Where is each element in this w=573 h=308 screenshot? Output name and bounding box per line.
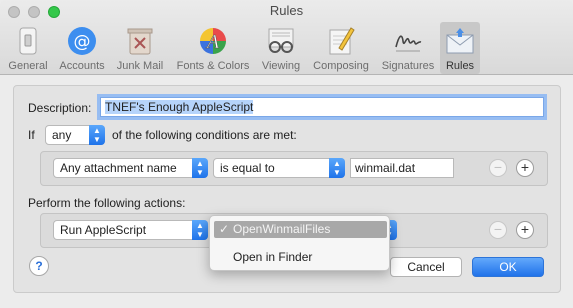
toolbar-label: Viewing bbox=[261, 60, 301, 72]
action-type-popup[interactable]: Run AppleScript ▲ ▼ bbox=[53, 220, 208, 240]
cancel-button[interactable]: Cancel bbox=[390, 257, 462, 277]
toolbar-rules[interactable]: Rules bbox=[440, 22, 480, 74]
conditions-label: of the following conditions are met: bbox=[112, 128, 297, 142]
toolbar-composing[interactable]: Composing bbox=[308, 22, 374, 74]
actions-label: Perform the following actions: bbox=[28, 196, 186, 210]
help-button[interactable]: ? bbox=[29, 256, 49, 276]
description-label: Description: bbox=[28, 101, 92, 115]
toolbar-accounts[interactable]: @ Accounts bbox=[55, 22, 109, 74]
toolbar-fonts-colors[interactable]: A Fonts & Colors bbox=[172, 22, 254, 74]
menu-item-openwinmailfiles[interactable]: ✓ OpenWinmailFiles bbox=[214, 221, 387, 238]
action-type-value: Run AppleScript bbox=[60, 223, 147, 237]
condition-field-value: Any attachment name bbox=[60, 161, 177, 175]
add-condition-button[interactable]: + bbox=[516, 159, 534, 177]
envelope-rules-icon bbox=[444, 25, 476, 57]
remove-action-button[interactable]: − bbox=[489, 221, 507, 239]
general-switch-icon bbox=[12, 25, 44, 57]
checkmark-icon: ✓ bbox=[219, 222, 230, 236]
menu-item-label: Open in Finder bbox=[233, 250, 313, 264]
window-title: Rules bbox=[269, 3, 304, 18]
toolbar-label: Accounts bbox=[59, 60, 105, 72]
font-colors-icon: A bbox=[197, 25, 229, 57]
match-popup[interactable]: any ▲ ▼ bbox=[45, 125, 105, 145]
at-sign-icon: @ bbox=[66, 25, 98, 57]
script-menu: ✓ OpenWinmailFiles Open in Finder bbox=[209, 215, 390, 271]
ok-button[interactable]: OK bbox=[472, 257, 544, 277]
chevron-updown-icon: ▲▼ bbox=[192, 158, 208, 178]
condition-field-popup[interactable]: Any attachment name ▲ ▼ bbox=[53, 158, 208, 178]
glasses-icon bbox=[265, 25, 297, 57]
menu-item-open-in-finder[interactable]: Open in Finder bbox=[214, 249, 387, 266]
condition-operator-value: is equal to bbox=[220, 161, 275, 175]
condition-value: winmail.dat bbox=[355, 161, 416, 175]
add-action-button[interactable]: + bbox=[516, 221, 534, 239]
chevron-updown-icon: ▲▼ bbox=[192, 220, 208, 240]
toolbar-signatures[interactable]: Signatures bbox=[378, 22, 438, 74]
description-value: TNEF's Enough AppleScript bbox=[105, 100, 254, 114]
toolbar-junk-mail[interactable]: Junk Mail bbox=[112, 22, 168, 74]
signature-icon bbox=[392, 25, 424, 57]
menu-item-label: OpenWinmailFiles bbox=[233, 222, 331, 236]
titlebar: Rules General @ Accounts Junk Mail A Fon… bbox=[0, 0, 573, 75]
trash-bin-icon bbox=[124, 25, 156, 57]
toolbar-label: Junk Mail bbox=[116, 60, 164, 72]
rules-window: Rules General @ Accounts Junk Mail A Fon… bbox=[0, 0, 573, 308]
description-field[interactable]: TNEF's Enough AppleScript bbox=[100, 97, 544, 117]
toolbar-label: General bbox=[8, 60, 48, 72]
toolbar-label: Fonts & Colors bbox=[176, 60, 250, 72]
condition-value-field[interactable]: winmail.dat bbox=[350, 158, 454, 178]
toolbar-viewing[interactable]: Viewing bbox=[258, 22, 304, 74]
svg-text:@: @ bbox=[74, 32, 91, 52]
condition-operator-popup[interactable]: is equal to ▲ ▼ bbox=[213, 158, 345, 178]
svg-text:A: A bbox=[205, 31, 220, 53]
if-label: If bbox=[28, 128, 35, 142]
toolbar-label: Rules bbox=[445, 60, 475, 72]
toolbar-general[interactable]: General bbox=[5, 22, 51, 74]
chevron-updown-icon: ▲▼ bbox=[89, 125, 105, 145]
toolbar-label: Signatures bbox=[381, 60, 435, 72]
pencil-notepad-icon bbox=[325, 25, 357, 57]
chevron-updown-icon: ▲▼ bbox=[329, 158, 345, 178]
toolbar-label: Composing bbox=[313, 60, 369, 72]
remove-condition-button[interactable]: − bbox=[489, 159, 507, 177]
match-value: any bbox=[52, 128, 72, 142]
